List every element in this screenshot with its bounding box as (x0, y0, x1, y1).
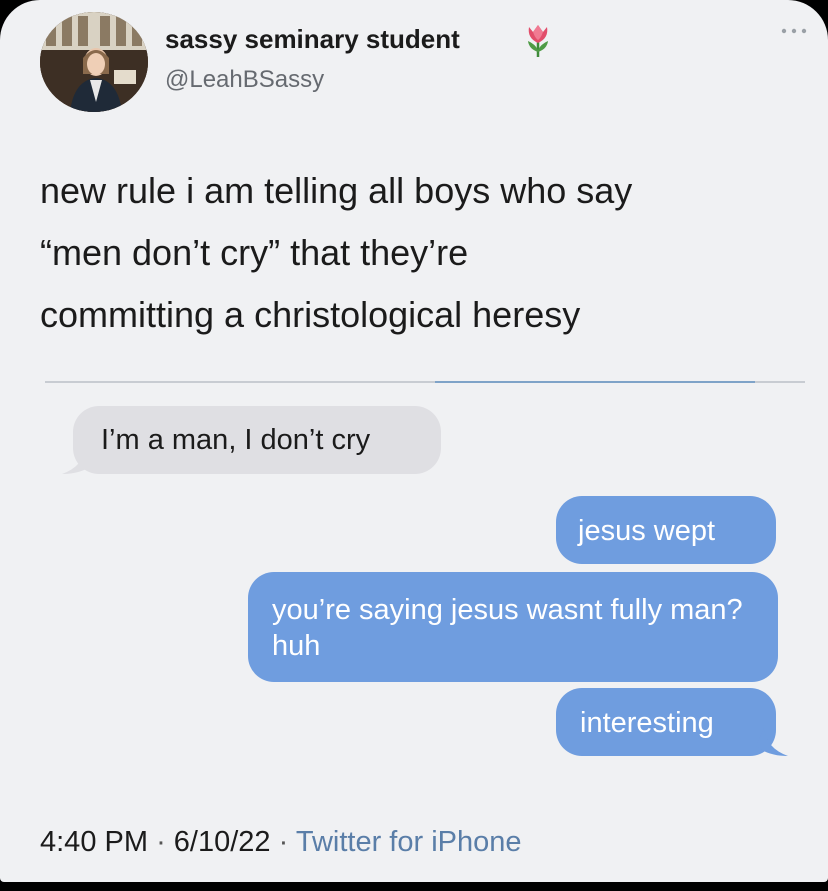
tweet-line: new rule i am telling all boys who say (40, 170, 633, 211)
handle[interactable]: @LeahBSassy (165, 66, 324, 94)
tweet-text: new rule i am telling all boys who say “… (40, 160, 800, 346)
tweet-date: 6/10/22 (173, 826, 271, 858)
tweet-source-link[interactable]: Twitter for iPhone (296, 826, 522, 858)
tweet-time: 4:40 PM (40, 826, 148, 858)
sent-message-bubble: jesus wept (556, 496, 776, 564)
message-text: jesus wept (578, 515, 716, 547)
message-text: I’m a man, I don’t cry (101, 424, 371, 456)
screenshot-divider (45, 381, 805, 383)
message-text: you’re saying jesus wasnt fully man? huh (272, 594, 743, 662)
received-bubble-tail (62, 446, 94, 474)
message-text: interesting (580, 707, 714, 739)
separator: · (278, 826, 289, 858)
received-message-bubble: I’m a man, I don’t cry (73, 406, 441, 474)
sent-bubble-tail (756, 728, 788, 756)
tweet-line: committing a christological heresy (40, 294, 581, 335)
tweet-timestamp: 4:40 PM · 6/10/22 · Twitter for iPhone (40, 826, 522, 859)
sent-message-bubble: interesting (556, 688, 776, 756)
profile-photo-icon (40, 12, 148, 112)
tweet-line: “men don’t cry” that they’re (40, 232, 469, 273)
tweet-card: sassy seminary student @LeahBSassy new r… (0, 0, 828, 882)
sent-message-bubble: you’re saying jesus wasnt fully man? huh (248, 572, 778, 682)
tulip-icon (528, 25, 548, 57)
separator: · (156, 826, 166, 858)
avatar[interactable] (40, 12, 148, 112)
more-options-icon[interactable] (778, 24, 810, 38)
display-name[interactable]: sassy seminary student (165, 24, 460, 55)
